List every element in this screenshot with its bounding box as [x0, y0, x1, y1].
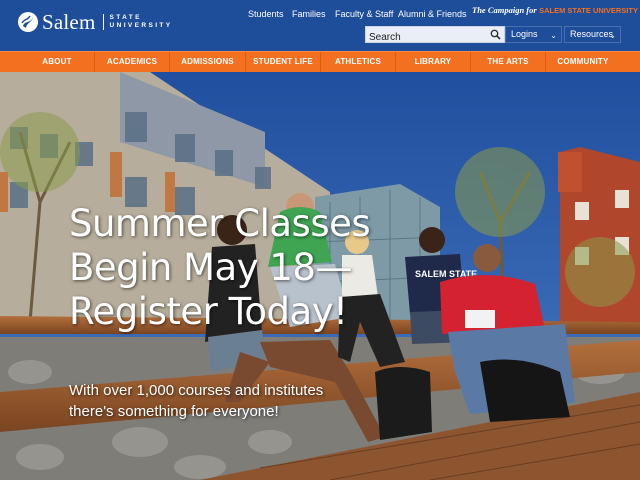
search-icon[interactable]: [490, 29, 501, 40]
nav-item-student-life[interactable]: STUDENT LIFE: [246, 52, 321, 72]
nav-item-the-arts[interactable]: THE ARTS: [471, 52, 546, 72]
logins-label: Logins: [511, 29, 538, 39]
hero-title[interactable]: Summer Classes Begin May 18—Register Tod…: [69, 202, 399, 334]
util-link-alumni-friends[interactable]: Alumni & Friends: [398, 8, 467, 20]
logo-subtitle: STATE UNIVERSITY: [110, 14, 173, 30]
hero-banner[interactable]: SALEM STATE Summer Classes Begin May 18—…: [0, 72, 640, 480]
logins-dropdown[interactable]: Logins ⌄: [505, 26, 562, 43]
resources-dropdown[interactable]: Resources ⌄: [564, 26, 621, 43]
nav-item-athletics[interactable]: ATHLETICS: [321, 52, 396, 72]
chevron-down-icon: ⌄: [609, 31, 616, 40]
search-box: [365, 26, 505, 45]
nav-item-community[interactable]: COMMUNITY: [546, 52, 620, 72]
resources-label: Resources: [570, 29, 614, 39]
hero-subtitle: With over 1,000 courses and institutes t…: [69, 382, 324, 420]
campaign-link[interactable]: The Campaign for SALEM STATE UNIVERSITY: [472, 5, 638, 16]
logo-sub-line1: STATE: [109, 14, 142, 21]
logo-name: Salem: [42, 10, 96, 34]
logo-flame-icon: [18, 12, 38, 32]
util-link-families[interactable]: Families: [292, 8, 326, 20]
search-input[interactable]: [366, 30, 486, 45]
chevron-down-icon: ⌄: [550, 31, 557, 40]
nav-item-academics[interactable]: ACADEMICS: [95, 52, 170, 72]
nav-item-library[interactable]: LIBRARY: [396, 52, 471, 72]
campaign-name: SALEM STATE UNIVERSITY: [539, 6, 638, 15]
main-nav: ABOUT ACADEMICS ADMISSIONS STUDENT LIFE …: [0, 51, 640, 72]
campaign-prefix: The Campaign for: [472, 5, 537, 15]
nav-item-admissions[interactable]: ADMISSIONS: [170, 52, 246, 72]
util-link-faculty-staff[interactable]: Faculty & Staff: [335, 8, 393, 20]
site-header: Salem STATE UNIVERSITY Students Families…: [0, 0, 640, 51]
logo-divider: [102, 14, 104, 30]
logo-sub-line2: UNIVERSITY: [109, 22, 173, 29]
university-logo[interactable]: Salem STATE UNIVERSITY: [17, 10, 173, 34]
util-link-students[interactable]: Students: [248, 8, 284, 20]
nav-item-about[interactable]: ABOUT: [20, 52, 95, 72]
